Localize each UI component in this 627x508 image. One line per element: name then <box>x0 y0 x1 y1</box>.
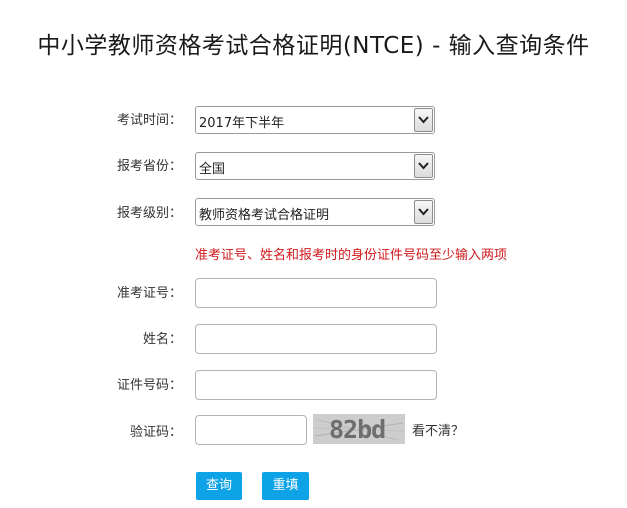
province-dropdown-button[interactable] <box>414 154 433 178</box>
id-number-input[interactable] <box>195 370 437 400</box>
exam-time-label: 考试时间： <box>116 113 182 128</box>
ticket-number-label: 准考证号： <box>116 286 182 301</box>
query-button[interactable]: 查询 <box>196 472 242 500</box>
name-label: 姓名： <box>142 332 182 347</box>
captcha-text: 82bd <box>329 415 386 444</box>
exam-time-value: 2017年下半年 <box>199 116 285 131</box>
id-number-label: 证件号码： <box>116 378 182 393</box>
chevron-down-icon <box>418 208 429 216</box>
level-select[interactable]: 教师资格考试合格证明 <box>195 198 435 226</box>
level-value: 教师资格考试合格证明 <box>199 208 330 223</box>
level-dropdown-button[interactable] <box>414 200 433 224</box>
ticket-number-input[interactable] <box>195 278 437 308</box>
province-value: 全国 <box>199 162 226 177</box>
reset-button[interactable]: 重填 <box>262 472 309 500</box>
input-requirement-notice: 准考证号、姓名和报考时的身份证件号码至少输入两项 <box>195 248 508 263</box>
province-label: 报考省份： <box>116 159 182 174</box>
chevron-down-icon <box>418 162 429 170</box>
captcha-input[interactable] <box>195 415 307 445</box>
captcha-image[interactable]: 82bd <box>313 414 405 444</box>
exam-time-select[interactable]: 2017年下半年 <box>195 106 435 134</box>
page-title: 中小学教师资格考试合格证明(NTCE) - 输入查询条件 <box>37 33 590 59</box>
name-input[interactable] <box>195 324 437 354</box>
captcha-label: 验证码： <box>129 425 182 440</box>
exam-time-dropdown-button[interactable] <box>414 108 433 132</box>
chevron-down-icon <box>418 116 429 124</box>
level-label: 报考级别： <box>116 206 182 221</box>
province-select[interactable]: 全国 <box>195 152 435 180</box>
captcha-refresh-link[interactable]: 看不清？ <box>412 420 464 439</box>
